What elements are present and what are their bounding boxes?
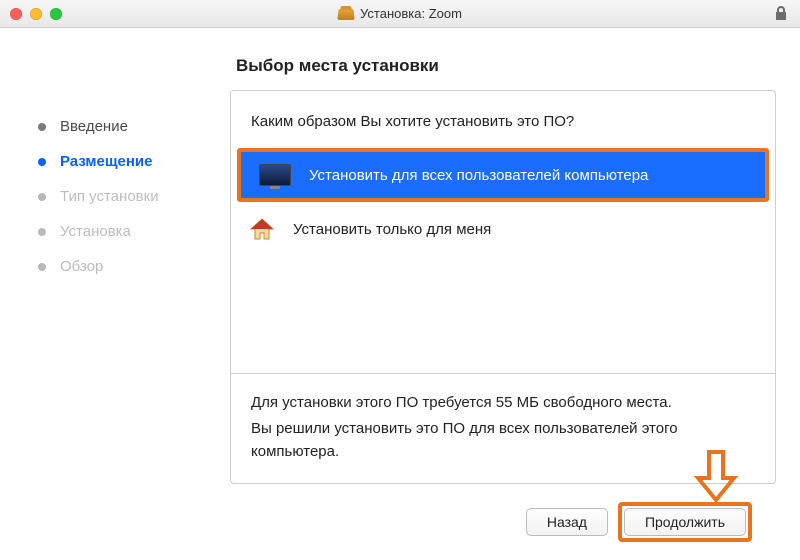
back-button[interactable]: Назад — [526, 508, 608, 536]
panel-spacer — [231, 256, 775, 373]
steps-sidebar: Введение Размещение Тип установки Устано… — [0, 28, 230, 560]
choice-summary-text: Вы решили установить это ПО для всех пол… — [251, 418, 755, 463]
zoom-window-button[interactable] — [50, 8, 62, 20]
step-label: Размещение — [60, 153, 152, 170]
step-label: Тип установки — [60, 188, 159, 205]
step-summary: Обзор — [38, 258, 230, 275]
step-bullet-icon — [38, 158, 46, 166]
package-icon — [337, 8, 354, 19]
step-label: Установка — [60, 223, 131, 240]
annotation-highlight-continue: Продолжить — [618, 502, 752, 542]
continue-button[interactable]: Продолжить — [624, 508, 746, 536]
step-installation-type: Тип установки — [38, 188, 230, 205]
install-info: Для установки этого ПО требуется 55 МБ с… — [231, 373, 775, 484]
step-label: Обзор — [60, 258, 103, 275]
disk-space-text: Для установки этого ПО требуется 55 МБ с… — [251, 392, 755, 415]
installer-window: Установка: Zoom Введение Размещение Тип … — [0, 0, 800, 560]
window-title: Установка: Zoom — [0, 6, 800, 21]
page-title: Выбор места установки — [236, 56, 776, 76]
annotation-highlight-option: Установить для всех пользователей компью… — [237, 148, 769, 202]
lock-icon[interactable] — [774, 5, 788, 21]
close-window-button[interactable] — [10, 8, 22, 20]
minimize-window-button[interactable] — [30, 8, 42, 20]
option-label: Установить для всех пользователей компью… — [309, 167, 648, 184]
step-bullet-icon — [38, 193, 46, 201]
window-title-text: Установка: Zoom — [360, 6, 462, 21]
install-question: Каким образом Вы хотите установить это П… — [231, 91, 775, 148]
step-label: Введение — [60, 118, 128, 135]
option-label: Установить только для меня — [293, 221, 491, 238]
step-introduction: Введение — [38, 118, 230, 135]
step-bullet-icon — [38, 263, 46, 271]
destination-panel: Каким образом Вы хотите установить это П… — [230, 90, 776, 484]
home-icon — [249, 216, 275, 242]
titlebar: Установка: Zoom — [0, 0, 800, 28]
step-destination: Размещение — [38, 153, 230, 170]
main-content: Выбор места установки Каким образом Вы х… — [230, 28, 800, 560]
option-install-all-users[interactable]: Установить для всех пользователей компью… — [241, 152, 765, 198]
step-bullet-icon — [38, 123, 46, 131]
window-controls — [10, 8, 62, 20]
window-body: Введение Размещение Тип установки Устано… — [0, 28, 800, 560]
step-bullet-icon — [38, 228, 46, 236]
footer-buttons: Назад Продолжить — [230, 502, 776, 560]
step-installation: Установка — [38, 223, 230, 240]
monitor-icon — [259, 164, 291, 186]
option-install-me-only[interactable]: Установить только для меня — [231, 202, 775, 256]
